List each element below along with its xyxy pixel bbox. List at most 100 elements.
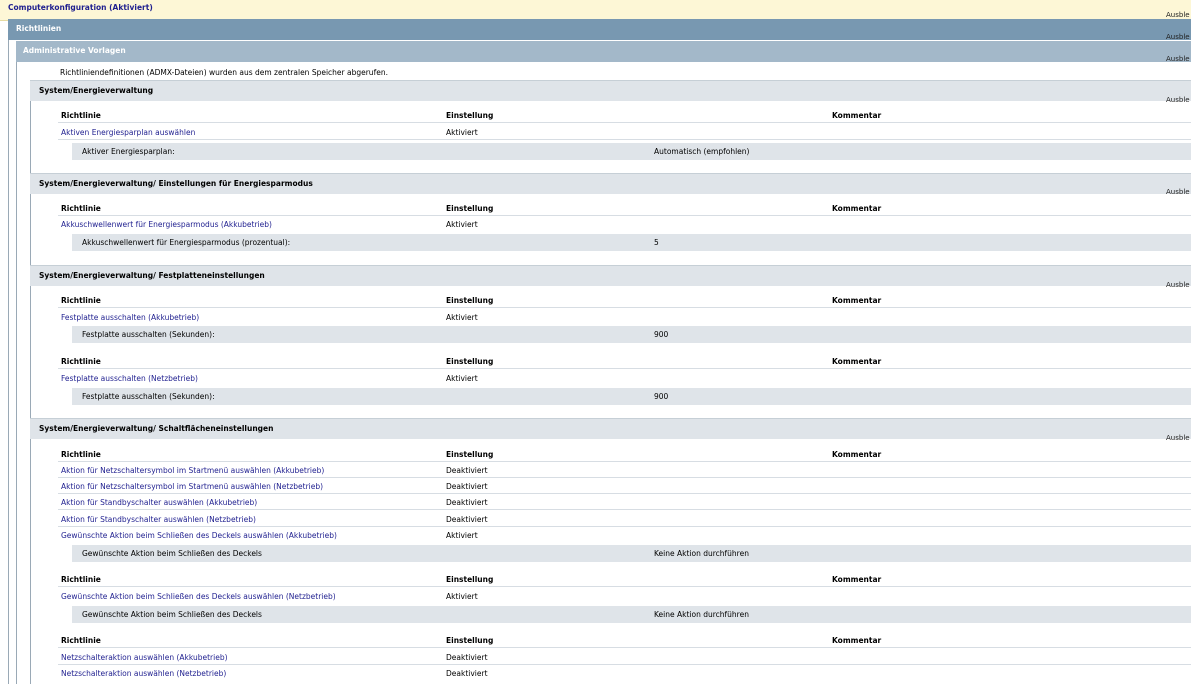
detail-label: Akkuschwellenwert für Energiesparmodus (… <box>82 238 291 247</box>
policy-link[interactable]: Netzschalteraktion auswählen (Akkubetrie… <box>61 653 228 662</box>
section-header[interactable]: System/Energieverwaltung/ Einstellungen … <box>30 173 1191 196</box>
policy-link[interactable]: Festplatte ausschalten (Netzbetrieb) <box>61 374 198 383</box>
detail-row: Akkuschwellenwert für Energiesparmodus (… <box>72 234 1191 251</box>
column-header-comment: Kommentar <box>832 296 882 305</box>
detail-label: Festplatte ausschalten (Sekunden): <box>82 330 215 339</box>
column-header-comment: Kommentar <box>832 357 882 366</box>
policy-setting: Aktiviert <box>446 220 478 229</box>
policy-link[interactable]: Festplatte ausschalten (Akkubetrieb) <box>61 313 199 322</box>
row-separator <box>58 526 1191 527</box>
column-header-comment: Kommentar <box>832 450 882 459</box>
tree-line <box>8 40 9 684</box>
detail-value: Keine Aktion durchführen <box>654 610 749 619</box>
admin-templates-title: Administrative Vorlagen <box>23 46 126 55</box>
row-separator <box>58 509 1191 510</box>
column-header-policy: Richtlinie <box>61 450 101 459</box>
column-header-policy: Richtlinie <box>61 636 101 645</box>
policies-hide-toggle[interactable]: Ausble <box>1166 33 1190 41</box>
row-separator <box>58 139 1191 140</box>
detail-label: Aktiver Energiesparplan: <box>82 147 175 156</box>
policy-link[interactable]: Netzschalteraktion auswählen (Netzbetrie… <box>61 669 226 678</box>
section-header[interactable]: System/Energieverwaltung/ Festplattenein… <box>30 265 1191 289</box>
row-separator <box>58 664 1191 665</box>
detail-row: Festplatte ausschalten (Sekunden): 900 <box>72 326 1191 343</box>
row-separator <box>58 461 1191 462</box>
detail-row: Festplatte ausschalten (Sekunden): 900 <box>72 388 1191 405</box>
policy-link[interactable]: Aktion für Netzschaltersymbol im Startme… <box>61 482 323 491</box>
policy-setting: Deaktiviert <box>446 466 488 475</box>
detail-value: Automatisch (empfohlen) <box>654 147 750 156</box>
detail-label: Gewünschte Aktion beim Schließen des Dec… <box>82 549 262 558</box>
computer-config-hide-toggle[interactable]: Ausble <box>1166 11 1190 19</box>
detail-value: 5 <box>654 238 659 247</box>
column-header-setting: Einstellung <box>446 296 494 305</box>
policy-link[interactable]: Akkuschwellenwert für Energiesparmodus (… <box>61 220 272 229</box>
detail-row: Gewünschte Aktion beim Schließen des Dec… <box>72 545 1191 562</box>
computer-config-header[interactable]: Computerkonfiguration (Aktiviert) Ausble <box>0 0 1191 21</box>
admin-templates-hide-toggle[interactable]: Ausble <box>1166 55 1190 63</box>
section-hide-toggle[interactable]: Ausble <box>1166 281 1190 289</box>
policies-title: Richtlinien <box>16 24 62 33</box>
detail-row: Aktiver Energiesparplan: Automatisch (em… <box>72 143 1191 160</box>
computer-config-title: Computerkonfiguration (Aktiviert) <box>8 3 153 12</box>
column-header-comment: Kommentar <box>832 111 882 120</box>
detail-label: Gewünschte Aktion beim Schließen des Dec… <box>82 610 262 619</box>
policy-setting: Aktiviert <box>446 374 478 383</box>
row-separator <box>58 307 1191 308</box>
column-header-policy: Richtlinie <box>61 357 101 366</box>
policies-header[interactable]: Richtlinien Ausble <box>8 19 1191 41</box>
detail-label: Festplatte ausschalten (Sekunden): <box>82 392 215 401</box>
section-hide-toggle[interactable]: Ausble <box>1166 96 1190 104</box>
policy-setting: Aktiviert <box>446 128 478 137</box>
column-header-setting: Einstellung <box>446 204 494 213</box>
column-header-setting: Einstellung <box>446 575 494 584</box>
policy-setting: Deaktiviert <box>446 482 488 491</box>
policy-setting: Deaktiviert <box>446 653 488 662</box>
row-separator <box>58 493 1191 494</box>
detail-value: 900 <box>654 330 669 339</box>
section-title: System/Energieverwaltung <box>39 86 154 95</box>
section-title: System/Energieverwaltung/ Festplattenein… <box>39 271 265 280</box>
column-header-setting: Einstellung <box>446 450 494 459</box>
column-header-policy: Richtlinie <box>61 575 101 584</box>
column-header-comment: Kommentar <box>832 204 882 213</box>
policy-setting: Aktiviert <box>446 592 478 601</box>
policy-link[interactable]: Aktion für Standbyschalter auswählen (Ak… <box>61 498 257 507</box>
column-header-policy: Richtlinie <box>61 296 101 305</box>
detail-value: 900 <box>654 392 669 401</box>
column-header-policy: Richtlinie <box>61 111 101 120</box>
policy-setting: Deaktiviert <box>446 515 488 524</box>
section-hide-toggle[interactable]: Ausble <box>1166 434 1190 442</box>
admin-templates-header[interactable]: Administrative Vorlagen Ausble <box>16 41 1191 63</box>
row-separator <box>58 647 1191 648</box>
row-separator <box>58 477 1191 478</box>
section-hide-toggle[interactable]: Ausble <box>1166 188 1190 196</box>
section-title: System/Energieverwaltung/ Schaltflächene… <box>39 424 274 433</box>
column-header-comment: Kommentar <box>832 636 882 645</box>
policy-setting: Aktiviert <box>446 531 478 540</box>
policy-link[interactable]: Aktion für Netzschaltersymbol im Startme… <box>61 466 324 475</box>
policy-link[interactable]: Gewünschte Aktion beim Schließen des Dec… <box>61 531 337 540</box>
policy-setting: Deaktiviert <box>446 669 488 678</box>
admx-source-note: Richtliniendefinitionen (ADMX-Dateien) w… <box>60 68 388 77</box>
row-separator <box>58 215 1191 216</box>
policy-link[interactable]: Gewünschte Aktion beim Schließen des Dec… <box>61 592 336 601</box>
column-header-setting: Einstellung <box>446 111 494 120</box>
policy-link[interactable]: Aktion für Standbyschalter auswählen (Ne… <box>61 515 256 524</box>
row-separator <box>58 122 1191 123</box>
tree-line <box>16 62 17 684</box>
detail-row: Gewünschte Aktion beim Schließen des Dec… <box>72 606 1191 623</box>
policy-setting: Deaktiviert <box>446 498 488 507</box>
column-header-setting: Einstellung <box>446 357 494 366</box>
row-separator <box>58 368 1191 369</box>
column-header-setting: Einstellung <box>446 636 494 645</box>
policy-link[interactable]: Aktiven Energiesparplan auswählen <box>61 128 195 137</box>
section-header[interactable]: System/Energieverwaltung/ Schaltflächene… <box>30 418 1191 442</box>
section-title: System/Energieverwaltung/ Einstellungen … <box>39 179 313 188</box>
column-header-comment: Kommentar <box>832 575 882 584</box>
column-header-policy: Richtlinie <box>61 204 101 213</box>
section-header[interactable]: System/Energieverwaltung Ausble <box>30 80 1191 104</box>
row-separator <box>58 586 1191 587</box>
policy-setting: Aktiviert <box>446 313 478 322</box>
detail-value: Keine Aktion durchführen <box>654 549 749 558</box>
